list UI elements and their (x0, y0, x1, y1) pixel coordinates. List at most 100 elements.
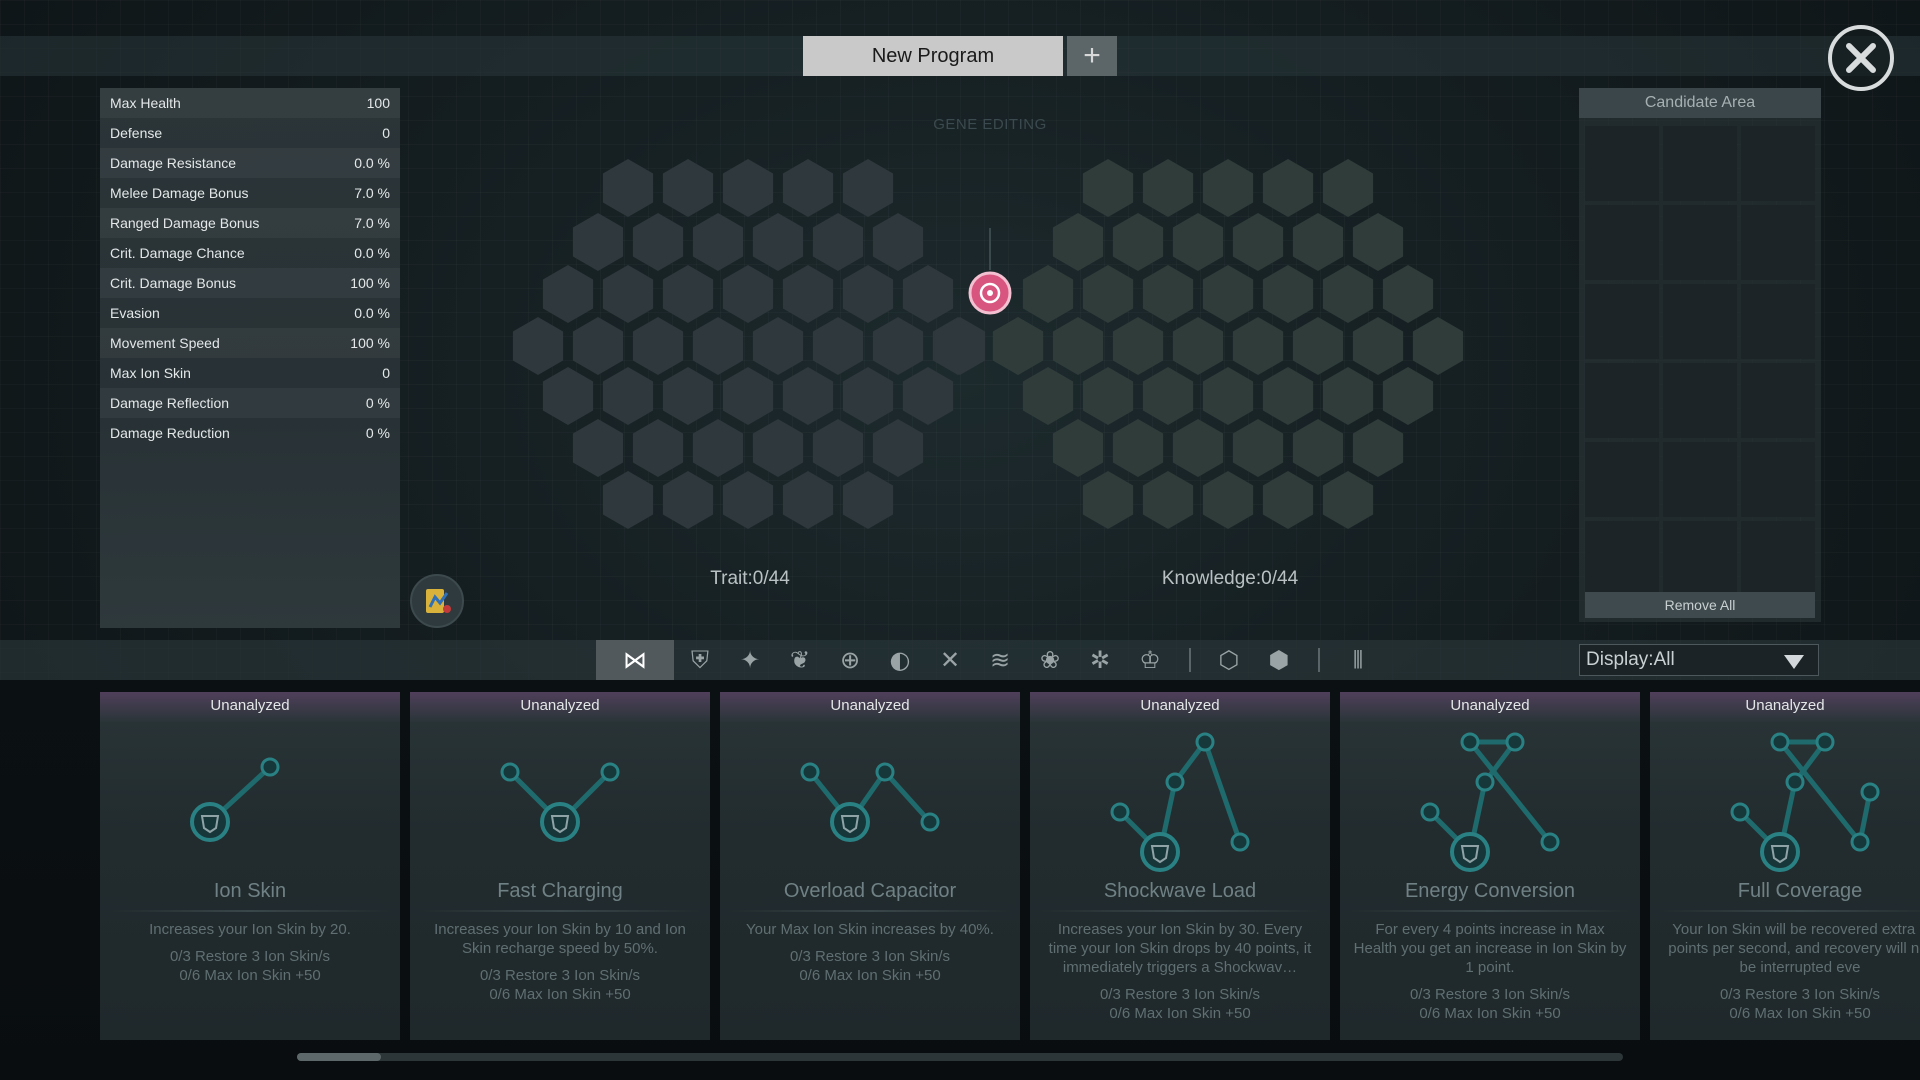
knowledge-hex-slot[interactable] (1052, 419, 1104, 477)
trait-hex-slot[interactable] (782, 265, 834, 323)
knowledge-hex-slot[interactable] (1262, 159, 1314, 217)
knowledge-hex-slot[interactable] (1382, 367, 1434, 425)
knowledge-hex-slot[interactable] (1082, 159, 1134, 217)
trait-hex-slot[interactable] (572, 213, 624, 271)
trait-hex-slot[interactable] (842, 367, 894, 425)
trait-hex-slot[interactable] (692, 419, 744, 477)
gene-card[interactable]: Unanalyzed Full Coverage Your Ion Skin wil… (1650, 692, 1920, 1040)
filter-hex-gear[interactable]: ⬢ (1254, 640, 1304, 680)
knowledge-hex-slot[interactable] (1112, 213, 1164, 271)
knowledge-hex-slot[interactable] (1202, 367, 1254, 425)
filter-turtle[interactable]: ✦ (725, 640, 775, 680)
knowledge-hex-slot[interactable] (1262, 367, 1314, 425)
knowledge-hex-slot[interactable] (1232, 213, 1284, 271)
candidate-slot[interactable] (1585, 521, 1659, 596)
knowledge-hex-slot[interactable] (1292, 317, 1344, 375)
knowledge-hex-slot[interactable] (1112, 317, 1164, 375)
knowledge-hex-slot[interactable] (1172, 317, 1224, 375)
remove-all-button[interactable]: Remove All (1585, 592, 1815, 618)
gene-core-icon[interactable] (968, 228, 1012, 315)
filter-paw[interactable]: ❀ (1025, 640, 1075, 680)
trait-hex-slot[interactable] (662, 159, 714, 217)
knowledge-hex-slot[interactable] (1352, 317, 1404, 375)
candidate-slot[interactable] (1585, 205, 1659, 280)
trait-hex-slot[interactable] (872, 213, 924, 271)
knowledge-hex-slot[interactable] (1322, 471, 1374, 529)
trait-hex-slot[interactable] (842, 265, 894, 323)
knowledge-hex-slot[interactable] (1352, 213, 1404, 271)
candidate-slot[interactable] (1585, 284, 1659, 359)
knowledge-hex-slot[interactable] (1142, 265, 1194, 323)
knowledge-hex-slot[interactable] (1202, 265, 1254, 323)
knowledge-hex-slot[interactable] (1232, 419, 1284, 477)
trait-hex-slot[interactable] (722, 471, 774, 529)
candidate-slot[interactable] (1663, 442, 1737, 517)
knowledge-hex-slot[interactable] (1382, 265, 1434, 323)
candidate-slot[interactable] (1741, 521, 1815, 596)
trait-hex-slot[interactable] (662, 265, 714, 323)
trait-hex-slot[interactable] (872, 419, 924, 477)
trait-hex-slot[interactable] (902, 367, 954, 425)
knowledge-hex-slot[interactable] (1412, 317, 1464, 375)
gene-card[interactable]: Unanalyzed Ion Skin Increases your Ion Ski… (100, 692, 400, 1040)
knowledge-hex-slot[interactable] (1322, 367, 1374, 425)
filter-helix-bars[interactable]: ⦀ (1333, 640, 1383, 680)
knowledge-hex-slot[interactable] (1142, 367, 1194, 425)
scrollbar-thumb[interactable] (297, 1053, 381, 1061)
trait-hex-slot[interactable] (602, 471, 654, 529)
trait-hex-slot[interactable] (782, 159, 834, 217)
knowledge-hex-slot[interactable] (1352, 419, 1404, 477)
knowledge-hex-slot[interactable] (1202, 159, 1254, 217)
trait-hex-slot[interactable] (752, 213, 804, 271)
cards-scrollbar[interactable] (297, 1053, 1623, 1061)
trait-hex-slot[interactable] (662, 367, 714, 425)
knowledge-hex-slot[interactable] (1292, 213, 1344, 271)
candidate-slot[interactable] (1741, 284, 1815, 359)
trait-hex-slot[interactable] (692, 213, 744, 271)
trait-hex-slot[interactable] (602, 159, 654, 217)
trait-hex-slot[interactable] (812, 317, 864, 375)
trait-hex-slot[interactable] (632, 317, 684, 375)
trait-hex-slot[interactable] (572, 317, 624, 375)
trait-hex-slot[interactable] (722, 367, 774, 425)
knowledge-hex-slot[interactable] (1142, 471, 1194, 529)
knowledge-hex-slot[interactable] (1292, 419, 1344, 477)
trait-hex-slot[interactable] (902, 265, 954, 323)
trait-hex-slot[interactable] (572, 419, 624, 477)
knowledge-hex-slot[interactable] (1172, 419, 1224, 477)
knowledge-hex-slot[interactable] (1112, 419, 1164, 477)
trait-hex-slot[interactable] (812, 419, 864, 477)
knowledge-hex-slot[interactable] (1232, 317, 1284, 375)
gene-card[interactable]: Unanalyzed Energy Conversion For every 4 p… (1340, 692, 1640, 1040)
candidate-slot[interactable] (1741, 205, 1815, 280)
filter-mask[interactable]: ◐ (875, 640, 925, 680)
trait-hex-slot[interactable] (722, 265, 774, 323)
knowledge-hex-slot[interactable] (1322, 265, 1374, 323)
candidate-slot[interactable] (1663, 284, 1737, 359)
trait-hex-slot[interactable] (662, 471, 714, 529)
trait-hex-slot[interactable] (602, 265, 654, 323)
trait-hex-slot[interactable] (512, 317, 564, 375)
link-hex-slot[interactable] (992, 317, 1044, 375)
knowledge-hex-slot[interactable] (1322, 159, 1374, 217)
trait-hex-slot[interactable] (542, 367, 594, 425)
trait-hex-slot[interactable] (752, 419, 804, 477)
knowledge-hex-slot[interactable] (1082, 367, 1134, 425)
knowledge-hex-slot[interactable] (1082, 471, 1134, 529)
filter-crossed-swords[interactable]: ✕ (925, 640, 975, 680)
trait-hex-slot[interactable] (782, 471, 834, 529)
knowledge-hex-slot[interactable] (1022, 265, 1074, 323)
trait-hex-slot[interactable] (692, 317, 744, 375)
candidate-slot[interactable] (1585, 442, 1659, 517)
trait-hex-slot[interactable] (542, 265, 594, 323)
filter-gear-arm[interactable]: ✲ (1075, 640, 1125, 680)
candidate-slot[interactable] (1585, 363, 1659, 438)
filter-shield-slash[interactable]: ⛨ (675, 640, 725, 680)
candidate-slot[interactable] (1663, 205, 1737, 280)
gene-map-button[interactable] (410, 574, 464, 628)
filter-hex-shield[interactable]: ⬡ (1204, 640, 1254, 680)
trait-hex-slot[interactable] (752, 317, 804, 375)
candidate-slot[interactable] (1663, 126, 1737, 201)
knowledge-hex-slot[interactable] (1052, 317, 1104, 375)
filter-dragon[interactable]: ≋ (975, 640, 1025, 680)
